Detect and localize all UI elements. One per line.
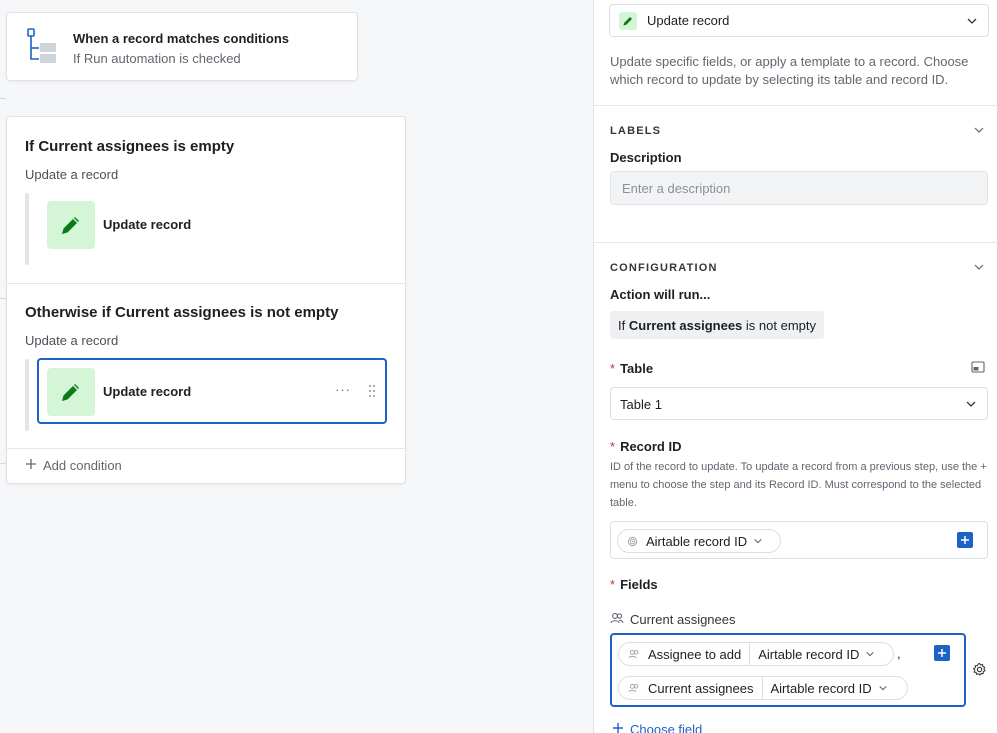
- gear-icon[interactable]: [972, 662, 987, 680]
- field-token-value: Airtable record ID: [770, 680, 872, 696]
- field-token[interactable]: Assignee to add Airtable record ID: [618, 642, 894, 666]
- chevron-down-icon: [865, 649, 875, 659]
- action-label: Update record: [103, 384, 192, 399]
- field-token-value: Airtable record ID: [758, 646, 860, 662]
- condition-title[interactable]: Otherwise if Current assignees is not em…: [25, 304, 338, 321]
- description-field-wrapper: [610, 171, 988, 205]
- required-marker: *: [610, 577, 616, 592]
- current-assignees-value-field[interactable]: Assignee to add Airtable record ID , Cur…: [610, 633, 966, 707]
- plus-icon: [612, 722, 624, 733]
- record-id-token[interactable]: Airtable record ID: [617, 529, 781, 553]
- token-divider: [749, 642, 751, 666]
- required-marker: *: [610, 439, 616, 454]
- trigger-card[interactable]: When a record matches conditions If Run …: [6, 12, 358, 81]
- connector-line: [0, 98, 6, 99]
- record-id-field[interactable]: Airtable record ID: [610, 521, 988, 559]
- pencil-icon: [47, 201, 95, 249]
- condition-field: Current assignees: [628, 318, 743, 333]
- drag-handle-icon[interactable]: [367, 384, 377, 398]
- condition-branch: If Current assignees is empty Update a r…: [7, 117, 405, 283]
- record-id-hint: ID of the record to update. To update a …: [610, 461, 987, 509]
- action-will-run-label: Action will run...: [610, 287, 711, 302]
- chevron-down-icon: [753, 536, 763, 546]
- token-separator: ,: [897, 646, 901, 661]
- action-label: Update record: [103, 217, 192, 232]
- plus-icon: [25, 458, 37, 473]
- description-label: Description: [610, 150, 682, 165]
- field-token[interactable]: Current assignees Airtable record ID: [618, 676, 908, 700]
- condition-subtitle: Update a record: [25, 167, 119, 182]
- divider: [7, 448, 405, 449]
- divider: [594, 242, 997, 243]
- users-icon: [628, 683, 640, 693]
- fingerprint-icon: [627, 536, 638, 547]
- chevron-down-icon: [966, 15, 978, 27]
- table-select[interactable]: Table 1: [610, 387, 988, 420]
- automation-canvas: When a record matches conditions If Run …: [0, 0, 593, 733]
- table-select-value: Table 1: [620, 397, 662, 412]
- condition-rest: is not empty: [745, 318, 817, 333]
- choose-field-label: Choose field: [630, 722, 703, 733]
- divider: [594, 105, 997, 106]
- condition-summary-pill: If Current assignees is not empty: [610, 311, 825, 339]
- action-type-select[interactable]: Update record: [609, 4, 989, 37]
- branch-bar: [25, 193, 29, 265]
- action-type-value: Update record: [647, 13, 730, 28]
- chevron-down-icon[interactable]: [973, 261, 985, 273]
- trigger-conditions-icon: [25, 26, 65, 66]
- action-config-panel: Update record Update specific fields, or…: [593, 0, 997, 733]
- labels-section-title[interactable]: LABELS: [610, 125, 661, 137]
- more-options-button[interactable]: ···: [335, 382, 351, 397]
- required-marker: *: [610, 361, 616, 376]
- field-token-source: Assignee to add: [648, 646, 742, 662]
- conditional-group-card: If Current assignees is empty Update a r…: [6, 116, 406, 484]
- branch-bar: [25, 359, 29, 431]
- condition-title[interactable]: If Current assignees is empty: [25, 138, 234, 155]
- add-condition-button[interactable]: Add condition: [25, 458, 122, 473]
- field-token-source: Current assignees: [648, 680, 754, 696]
- choose-field-button[interactable]: Choose field: [612, 722, 702, 733]
- token-divider: [761, 676, 763, 700]
- chevron-down-icon: [965, 398, 977, 410]
- insert-value-button[interactable]: [957, 532, 973, 548]
- add-condition-label: Add condition: [43, 458, 122, 473]
- users-icon: [628, 649, 640, 659]
- record-id-label: * Record ID: [610, 439, 682, 454]
- chevron-down-icon: [878, 683, 888, 693]
- trigger-title: When a record matches conditions: [73, 31, 289, 46]
- condition-branch: Otherwise if Current assignees is not em…: [7, 284, 405, 448]
- action-step-update-record-selected[interactable]: Update record ···: [37, 358, 387, 424]
- expand-panel-icon[interactable]: [971, 361, 985, 376]
- pencil-icon: [619, 12, 637, 30]
- trigger-subtitle: If Run automation is checked: [73, 51, 241, 66]
- description-field[interactable]: [611, 172, 987, 204]
- condition-prefix: If: [618, 318, 626, 333]
- configuration-section-title[interactable]: CONFIGURATION: [610, 262, 718, 274]
- fields-label: * Fields: [610, 577, 658, 592]
- chevron-down-icon[interactable]: [973, 124, 985, 136]
- pencil-icon: [47, 368, 95, 416]
- action-description: Update specific fields, or apply a templ…: [610, 54, 969, 87]
- condition-subtitle: Update a record: [25, 333, 119, 348]
- users-icon: [610, 612, 624, 627]
- table-label: * Table: [610, 361, 654, 376]
- record-id-token-label: Airtable record ID: [646, 533, 748, 549]
- current-assignees-field-label: Current assignees: [610, 612, 736, 627]
- action-step-update-record[interactable]: Update record: [39, 193, 389, 259]
- insert-value-button[interactable]: [934, 645, 950, 661]
